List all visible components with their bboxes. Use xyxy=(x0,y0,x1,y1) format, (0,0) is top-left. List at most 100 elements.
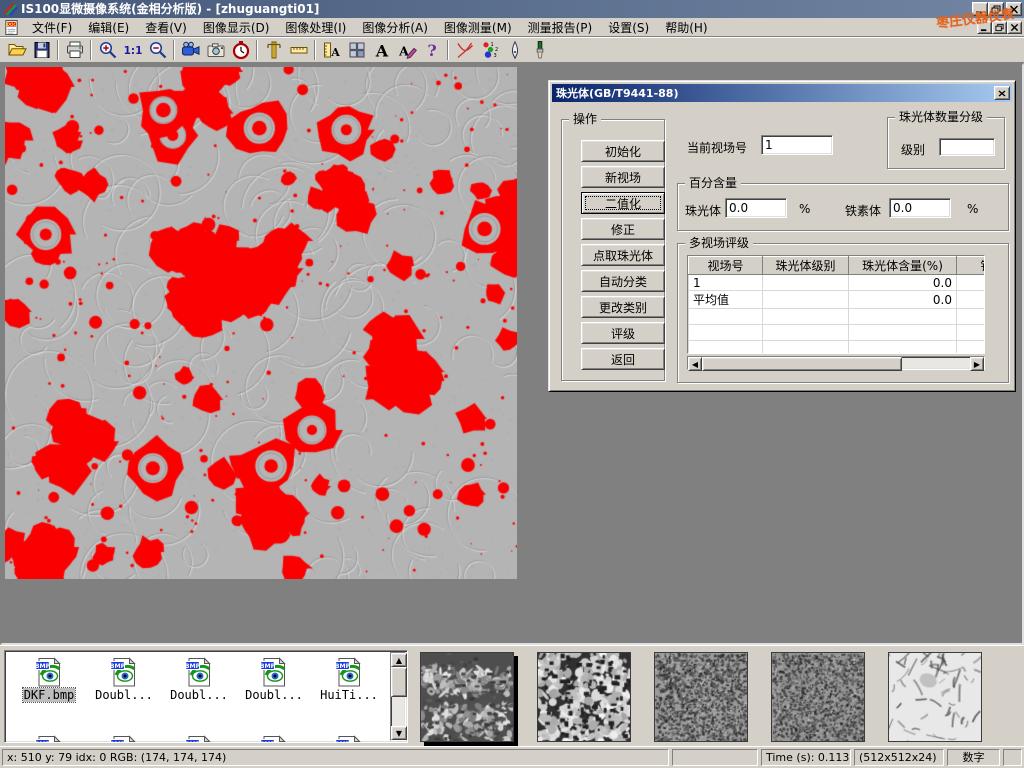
restore-button[interactable] xyxy=(988,2,1004,16)
zoom-out-icon xyxy=(148,40,168,60)
svg-text:BMP: BMP xyxy=(185,663,201,670)
op-button-5[interactable]: 点取珠光体 xyxy=(581,244,665,266)
menu-item-6[interactable]: 图像分析(A) xyxy=(354,20,436,37)
close-button[interactable] xyxy=(1006,2,1022,16)
menu-item-5[interactable]: 图像处理(I) xyxy=(277,20,354,37)
toolbar-caliper-button[interactable] xyxy=(261,39,286,61)
menu-item-3[interactable]: 查看(V) xyxy=(137,20,195,37)
file-item-Doubl...[interactable]: BMPDoubl... xyxy=(88,656,160,702)
menu-item-10[interactable]: 帮助(H) xyxy=(657,20,715,37)
mdi-close-button[interactable] xyxy=(1007,21,1022,34)
toolbar-separator xyxy=(90,40,92,60)
table-cell xyxy=(689,341,763,355)
scroll-right-arrow[interactable]: ▶ xyxy=(970,357,984,371)
table-header-3[interactable]: 珠光体含量(%) xyxy=(849,257,957,275)
grade-label: 级别 xyxy=(901,141,925,158)
pearlite-dialog: 珠光体(GB/T9441-88) 操作 初始化新视场二值化修正点取珠光体自动分类… xyxy=(548,80,1016,392)
op-button-9[interactable]: 返回 xyxy=(581,348,665,370)
thumbnail-speckle[interactable] xyxy=(654,652,748,742)
menu-item-7[interactable]: 图像测量(M) xyxy=(436,20,520,37)
menu-item-9[interactable]: 设置(S) xyxy=(600,20,657,37)
brush-tool-icon xyxy=(530,40,550,60)
thumbnail-coarse-dark[interactable] xyxy=(420,652,514,742)
multifield-table[interactable]: 视场号珠光体级别珠光体含量(%)铁素体10.0平均值0.0 xyxy=(687,255,985,354)
scroll-down-arrow[interactable]: ▼ xyxy=(391,726,407,740)
table-row-3[interactable] xyxy=(689,309,986,325)
application-window: IS100显微摄像系统(金相分析版) - [zhuguangti01] 枣庄仪器… xyxy=(0,0,1024,768)
file-name-label: Doubl... xyxy=(94,688,154,702)
mdi-restore-button[interactable] xyxy=(992,21,1007,34)
pearlite-percent-input[interactable] xyxy=(725,198,787,218)
current-view-input[interactable] xyxy=(761,135,833,155)
ferrite-percent-input[interactable] xyxy=(889,198,951,218)
scroll-up-arrow[interactable]: ▲ xyxy=(391,653,407,667)
toolbar-save-button[interactable] xyxy=(29,39,54,61)
thumbnail-light-flakes[interactable] xyxy=(888,652,982,742)
minimize-button[interactable] xyxy=(972,2,988,16)
toolbar-ruler-button[interactable] xyxy=(286,39,311,61)
file-item-row2-5[interactable]: BMP xyxy=(313,734,385,743)
menu-item-4[interactable]: 图像显示(D) xyxy=(195,20,278,37)
grade-input[interactable] xyxy=(939,138,995,156)
toolbar-print-button[interactable] xyxy=(62,39,87,61)
metallograph-image[interactable] xyxy=(5,67,517,579)
toolbar: 1:1AAA?123 xyxy=(0,37,1024,63)
menu-item-1[interactable]: 文件(F) xyxy=(24,20,80,37)
file-list-scrollbar[interactable]: ▲▼ xyxy=(390,652,406,741)
file-item-Doubl...[interactable]: BMPDoubl... xyxy=(238,656,310,702)
toolbar-actual-size-button[interactable]: 1:1 xyxy=(120,39,145,61)
scroll-left-arrow[interactable]: ◀ xyxy=(688,357,702,371)
toolbar-image-grid-button[interactable] xyxy=(344,39,369,61)
file-item-DKF.bmp[interactable]: BMPDKF.bmp xyxy=(13,656,85,702)
thumbnail-speckle-2[interactable] xyxy=(771,652,865,742)
dialog-title-bar[interactable]: 珠光体(GB/T9441-88) xyxy=(552,84,1012,102)
mdi-minimize-button[interactable] xyxy=(977,21,992,34)
scrollbar-thumb[interactable] xyxy=(391,667,407,697)
toolbar-help-button[interactable]: ? xyxy=(419,39,444,61)
file-item-Doubl...[interactable]: BMPDoubl... xyxy=(163,656,235,702)
table-header-1[interactable]: 视场号 xyxy=(689,257,763,275)
op-button-7[interactable]: 更改类别 xyxy=(581,296,665,318)
toolbar-zoom-out-button[interactable] xyxy=(145,39,170,61)
menu-item-2[interactable]: 编辑(E) xyxy=(80,20,137,37)
toolbar-pen-tool-button[interactable] xyxy=(502,39,527,61)
table-header-4[interactable]: 铁素体 xyxy=(957,257,986,275)
thumbnail-blotchy[interactable] xyxy=(537,652,631,742)
toolbar-photo-camera-button[interactable] xyxy=(203,39,228,61)
table-row-2[interactable]: 平均值0.0 xyxy=(689,291,986,309)
multifield-group-label: 多视场评级 xyxy=(685,237,753,250)
app-icon xyxy=(2,1,18,17)
toolbar-open-button[interactable] xyxy=(4,39,29,61)
table-row-4[interactable] xyxy=(689,325,986,341)
scrollbar-thumb[interactable] xyxy=(702,357,902,371)
op-button-8[interactable]: 评级 xyxy=(581,322,665,344)
document-icon[interactable]: DOC xyxy=(3,19,20,36)
op-button-2[interactable]: 新视场 xyxy=(581,166,665,188)
menu-item-8[interactable]: 测量报告(P) xyxy=(520,20,601,37)
table-header-2[interactable]: 珠光体级别 xyxy=(763,257,849,275)
file-item-row2-4[interactable]: BMP xyxy=(238,734,310,743)
toolbar-rgb-count-button[interactable]: 123 xyxy=(477,39,502,61)
toolbar-brush-tool-button[interactable] xyxy=(527,39,552,61)
caliper-icon xyxy=(264,40,284,60)
toolbar-video-camera-button[interactable] xyxy=(178,39,203,61)
table-row-1[interactable]: 10.0 xyxy=(689,275,986,291)
toolbar-curve-tool-button[interactable] xyxy=(452,39,477,61)
file-item-row2-2[interactable]: BMP xyxy=(88,734,160,743)
op-button-1[interactable]: 初始化 xyxy=(581,140,665,162)
file-item-HuiTi...[interactable]: BMPHuiTi... xyxy=(313,656,385,702)
file-item-row2-1[interactable]: BMP xyxy=(13,734,85,743)
toolbar-text-edit-button[interactable]: A xyxy=(394,39,419,61)
table-row-5[interactable] xyxy=(689,341,986,355)
op-button-4[interactable]: 修正 xyxy=(581,218,665,240)
op-button-3[interactable]: 二值化 xyxy=(581,192,665,214)
dialog-close-button[interactable] xyxy=(994,86,1010,100)
op-button-6[interactable]: 自动分类 xyxy=(581,270,665,292)
file-item-row2-3[interactable]: BMP xyxy=(163,734,235,743)
toolbar-timer-button[interactable] xyxy=(228,39,253,61)
svg-text:A: A xyxy=(330,46,340,59)
toolbar-measure-text-button[interactable]: A xyxy=(319,39,344,61)
toolbar-zoom-in-button[interactable] xyxy=(95,39,120,61)
toolbar-text-button[interactable]: A xyxy=(369,39,394,61)
table-horizontal-scrollbar[interactable]: ◀ ▶ xyxy=(687,356,985,370)
